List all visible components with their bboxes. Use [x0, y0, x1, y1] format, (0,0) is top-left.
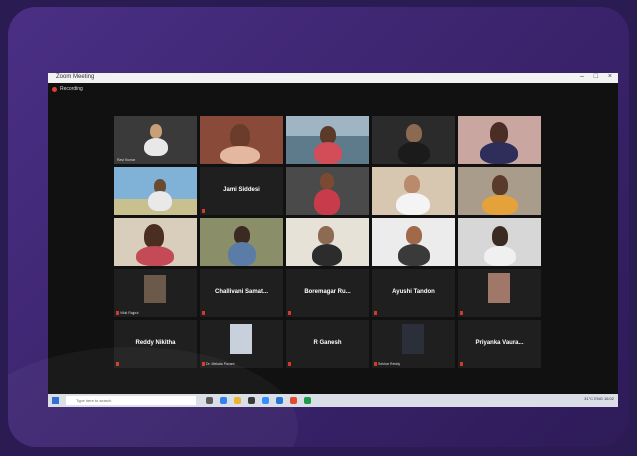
participant-tile[interactable]: Jami Siddesi	[200, 167, 283, 215]
participant-tile[interactable]	[458, 218, 541, 266]
muted-mic-icon	[374, 362, 377, 366]
muted-mic-icon	[202, 311, 205, 315]
excel-icon[interactable]	[304, 397, 311, 404]
muted-mic-icon	[374, 311, 377, 315]
participant-tile[interactable]: Dr. Mekala Pavani	[200, 320, 283, 368]
muted-mic-icon	[288, 362, 291, 366]
window-title: Zoom Meeting	[56, 74, 95, 80]
muted-mic-icon	[460, 311, 463, 315]
muted-mic-icon	[288, 311, 291, 315]
title-bar: Zoom Meeting – □ ×	[48, 73, 618, 83]
participant-name: R Ganesh	[313, 340, 342, 346]
participant-name: Challivani Samat...	[214, 289, 269, 295]
recording-label: Recording	[60, 86, 83, 92]
zoom-meeting-window: Zoom Meeting – □ × Recording Ravi Kumar	[48, 73, 618, 407]
participant-tile[interactable]	[458, 116, 541, 164]
muted-mic-icon	[460, 362, 463, 366]
participant-name: Vikki Rajput	[120, 311, 139, 315]
participant-name: Priyanka Vaura...	[475, 340, 524, 346]
participant-name: Reddy Nikitha	[135, 340, 176, 346]
windows-start-icon[interactable]	[52, 397, 59, 404]
purple-card-background: Zoom Meeting – □ × Recording Ravi Kumar	[8, 7, 629, 447]
muted-mic-icon	[202, 209, 205, 213]
participant-tile[interactable]	[286, 218, 369, 266]
participant-tile[interactable]: Ayushi Tandon	[372, 269, 455, 317]
participant-tile[interactable]	[200, 116, 283, 164]
participant-tile[interactable]: Boremagar Ru...	[286, 269, 369, 317]
participant-name: Jami Siddesi	[223, 187, 260, 193]
word-icon[interactable]	[276, 397, 283, 404]
participant-tile[interactable]	[458, 167, 541, 215]
participant-tile[interactable]	[372, 116, 455, 164]
participant-tile[interactable]: Challivani Samat...	[200, 269, 283, 317]
chrome-icon[interactable]	[290, 397, 297, 404]
participant-name: Ravi Kumar	[117, 158, 136, 162]
participant-tile[interactable]	[114, 218, 197, 266]
recording-indicator: Recording	[52, 86, 83, 92]
participant-tile[interactable]: Ravi Kumar	[114, 116, 197, 164]
minimize-button[interactable]: –	[580, 73, 584, 80]
participant-tile[interactable]: Reddy Nikitha	[114, 320, 197, 368]
muted-mic-icon	[116, 311, 119, 315]
participant-tile[interactable]: R Ganesh	[286, 320, 369, 368]
zoom-icon[interactable]	[262, 397, 269, 404]
participant-tile[interactable]: Vikki Rajput	[114, 269, 197, 317]
participant-name: Ayushi Tandon	[392, 289, 435, 295]
participant-tile[interactable]	[372, 218, 455, 266]
edge-icon[interactable]	[220, 397, 227, 404]
maximize-button[interactable]: □	[594, 73, 598, 80]
muted-mic-icon	[202, 362, 205, 366]
close-button[interactable]: ×	[608, 73, 612, 80]
participant-tile[interactable]	[114, 167, 197, 215]
store-icon[interactable]	[248, 397, 255, 404]
participant-tile[interactable]: Priyanka Vaura...	[458, 320, 541, 368]
muted-mic-icon	[116, 362, 119, 366]
participant-tile[interactable]	[372, 167, 455, 215]
recording-dot-icon	[52, 86, 57, 92]
participant-tile[interactable]	[286, 116, 369, 164]
participant-tile[interactable]	[286, 167, 369, 215]
participant-name: Sekhar Reddy	[378, 362, 401, 366]
file-explorer-icon[interactable]	[234, 397, 241, 404]
participant-tile[interactable]	[458, 269, 541, 317]
participant-tile[interactable]	[200, 218, 283, 266]
system-tray: 31°C ENG 16:02	[584, 396, 614, 401]
task-view-icon[interactable]	[206, 397, 213, 404]
taskbar-search-input[interactable]: Type here to search	[66, 396, 196, 405]
participant-name: Dr. Mekala Pavani	[206, 362, 235, 366]
participant-name: Boremagar Ru...	[304, 289, 351, 295]
participant-tile[interactable]: Sekhar Reddy	[372, 320, 455, 368]
windows-taskbar: Type here to search 31°C ENG 16:02	[48, 394, 618, 407]
